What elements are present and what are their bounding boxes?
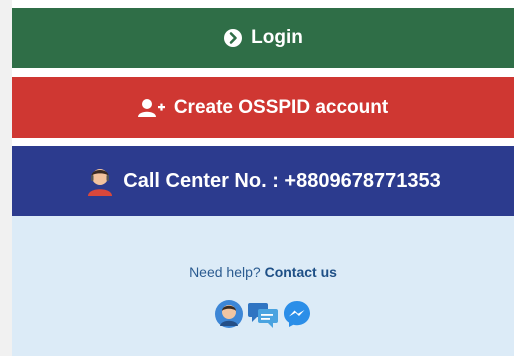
help-icons xyxy=(12,298,514,330)
login-label: Login xyxy=(251,27,303,48)
help-prefix: Need help? xyxy=(189,264,261,280)
create-account-label: Create OSSPID account xyxy=(173,96,389,118)
add-user-icon xyxy=(137,98,166,118)
contact-us-link[interactable]: Contact us xyxy=(265,264,337,280)
call-center-label: Call Center No. : +8809678771353 xyxy=(123,169,441,192)
page-frame: Login Create OSSPID account Call Center … xyxy=(0,0,520,356)
action-panel: Login Create OSSPID account Call Center … xyxy=(12,0,520,356)
chat-bubbles-icon[interactable] xyxy=(247,298,279,330)
help-section: Need help? Contact us xyxy=(12,216,514,356)
help-text: Need help? Contact us xyxy=(12,264,514,280)
chevron-right-circle-icon xyxy=(223,28,243,48)
agent-avatar-icon xyxy=(85,165,115,197)
create-account-button[interactable]: Create OSSPID account xyxy=(12,77,514,138)
call-center-button[interactable]: Call Center No. : +8809678771353 xyxy=(12,146,514,216)
login-button[interactable]: Login xyxy=(12,8,514,70)
support-agent-icon[interactable] xyxy=(213,298,245,330)
messenger-icon[interactable] xyxy=(281,298,313,330)
